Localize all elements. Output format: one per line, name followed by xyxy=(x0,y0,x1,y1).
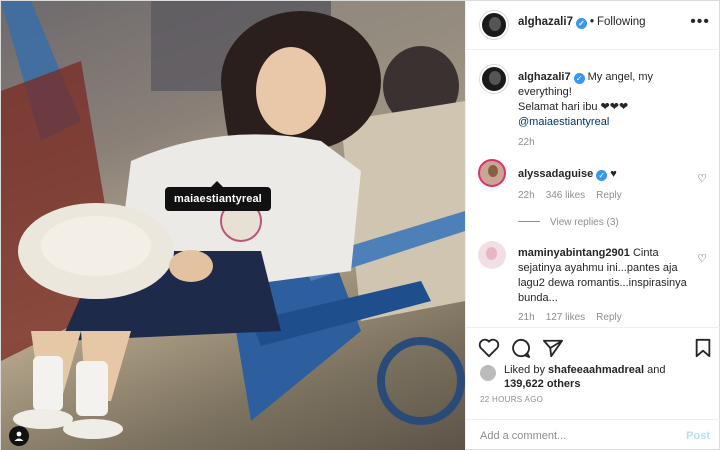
action-bar xyxy=(466,327,720,361)
view-replies-button[interactable]: View replies (3) xyxy=(518,217,619,228)
comment-avatar[interactable] xyxy=(478,241,506,269)
comment-username[interactable]: alyssadaguise xyxy=(518,168,593,180)
separator-dot: • xyxy=(589,16,594,28)
likes-count[interactable]: 139,622 others xyxy=(504,378,580,390)
comment-input[interactable]: Add a comment... xyxy=(480,430,566,442)
verified-icon: ✓ xyxy=(596,170,608,181)
author-username[interactable]: alghazali7 xyxy=(518,16,573,28)
post-caption: alghazali7 ✓ My angel, my everything! Sel… xyxy=(518,70,708,130)
post-comment-button[interactable]: Post xyxy=(686,430,710,442)
post-side-panel: alghazali7 ✓ • Following ••• alghazali7 ✓ My… xyxy=(465,1,720,450)
add-comment-bar: Add a comment... Post xyxy=(466,419,720,450)
comment-meta: 22h 346 likes Reply xyxy=(518,190,633,201)
caption-time[interactable]: 22h xyxy=(518,137,535,148)
liker-avatar[interactable] xyxy=(480,365,496,381)
share-icon[interactable] xyxy=(542,338,564,358)
post-header: alghazali7 ✓ • Following ••• xyxy=(466,1,720,50)
comment-text: ♥ xyxy=(610,168,617,180)
photo-illustration xyxy=(1,1,465,439)
bookmark-icon[interactable] xyxy=(694,338,712,358)
post-window: maiaestiantyreal alghazali7 ✓ • Following •… xyxy=(0,0,720,450)
comment-likes[interactable]: 127 likes xyxy=(546,312,585,323)
tagged-users-icon[interactable] xyxy=(9,426,29,446)
post-timestamp[interactable]: 22 HOURS AGO xyxy=(480,395,543,404)
comment-meta: 21h 127 likes Reply xyxy=(518,312,633,323)
heart-icon[interactable] xyxy=(478,338,500,358)
follow-status-button[interactable]: Following xyxy=(597,16,646,28)
comment-likes[interactable]: 346 likes xyxy=(546,190,585,201)
ellipsis-icon[interactable]: ••• xyxy=(690,13,710,31)
comment: alyssadaguise ✓ ♥ xyxy=(518,168,617,181)
caption-text-2: Selamat hari ibu ❤❤❤ xyxy=(518,101,629,113)
comment-icon[interactable] xyxy=(510,338,532,358)
replies-line xyxy=(518,221,540,222)
comment-time[interactable]: 22h xyxy=(518,190,535,201)
view-replies-label: View replies (3) xyxy=(550,217,619,228)
reply-button[interactable]: Reply xyxy=(596,312,622,323)
comment: maminyabintang2901 Cinta sejatinya ayahm… xyxy=(518,246,698,306)
comment-time[interactable]: 21h xyxy=(518,312,535,323)
liker-username[interactable]: shafeeaahmadreal xyxy=(548,364,644,376)
caption-avatar[interactable] xyxy=(480,65,508,93)
verified-icon: ✓ xyxy=(575,18,587,29)
comment-like-heart-icon[interactable]: ♡ xyxy=(697,172,707,185)
caption-username[interactable]: alghazali7 xyxy=(518,71,571,83)
comment-avatar[interactable] xyxy=(478,159,506,187)
likes-and: and xyxy=(647,364,666,376)
photo-user-tag[interactable]: maiaestiantyreal xyxy=(165,181,271,211)
likes-summary[interactable]: Liked by shafeeaahmadreal and 139,622 ot… xyxy=(504,363,665,391)
comment-like-heart-icon[interactable]: ♡ xyxy=(697,252,707,265)
author-line: alghazali7 ✓ • Following xyxy=(518,16,646,29)
author-avatar[interactable] xyxy=(480,11,508,39)
caption-mention[interactable]: @maiaestiantyreal xyxy=(518,116,609,128)
verified-icon: ✓ xyxy=(573,73,585,84)
post-photo[interactable]: maiaestiantyreal xyxy=(1,1,465,450)
likes-prefix: Liked by xyxy=(504,364,545,376)
reply-button[interactable]: Reply xyxy=(596,190,622,201)
comment-username[interactable]: maminyabintang2901 xyxy=(518,247,630,259)
